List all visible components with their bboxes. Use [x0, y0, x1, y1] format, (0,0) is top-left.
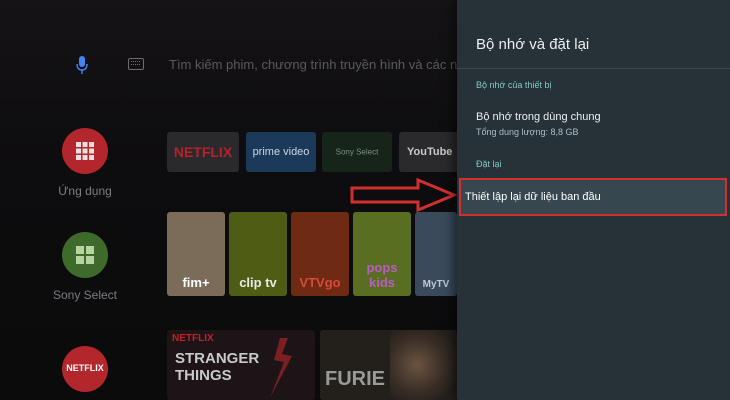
apps-grid-icon — [62, 128, 108, 174]
pops-kids-label: pops kids — [366, 260, 398, 290]
furie-title: FURIE — [325, 368, 385, 390]
youtube-tile-text: YouTube — [407, 146, 453, 158]
mytv-tile[interactable]: MyTV — [415, 212, 457, 296]
keyboard-icon[interactable] — [128, 58, 144, 70]
prime-video-tile[interactable]: prime video — [246, 132, 316, 172]
lightning-graphic — [270, 338, 292, 398]
mytv-label: MyTV — [422, 279, 450, 290]
stranger-things-title: STRANGER THINGS — [175, 350, 260, 384]
netflix-tile[interactable]: NETFLIX — [167, 132, 239, 172]
netflix-launcher[interactable]: NETFLIX — [40, 346, 130, 392]
netflix-row-label: NETFLIX — [172, 333, 214, 344]
stranger-things-tile[interactable]: NETFLIX STRANGER THINGS — [167, 330, 315, 400]
shared-storage-subtitle: Tổng dung lượng: 8,8 GB — [476, 127, 579, 137]
storage-reset-panel: Bộ nhớ và đặt lại Bộ nhớ của thiết bị Bộ… — [457, 0, 730, 400]
furie-poster-face — [390, 330, 457, 400]
device-storage-header: Bộ nhớ của thiết bị — [476, 80, 552, 90]
reset-header: Đặt lại — [476, 159, 502, 169]
fim-plus-label: fim+ — [182, 275, 210, 290]
netflix-icon: NETFLIX — [62, 346, 108, 392]
panel-header: Bộ nhớ và đặt lại — [457, 0, 730, 69]
vtv-go-label: VTVgo — [299, 275, 341, 290]
search-placeholder: Tìm kiếm phim, chương trình truyền hình … — [169, 57, 479, 72]
sony-select-tile-text: Sony Select — [335, 147, 379, 157]
prime-video-tile-text: prime video — [252, 146, 310, 158]
youtube-tile[interactable]: YouTube — [399, 132, 461, 172]
factory-reset-label: Thiết lập lại dữ liệu ban đầu — [465, 191, 601, 203]
clip-tv-label: clip tv — [239, 275, 277, 290]
furie-tile[interactable]: FURIE — [320, 330, 457, 400]
sony-select-icon — [62, 232, 108, 278]
search-bar[interactable]: Tìm kiếm phim, chương trình truyền hình … — [70, 48, 478, 82]
apps-launcher[interactable]: Ứng dụng — [40, 128, 130, 198]
pops-kids-tile[interactable]: pops kids — [353, 212, 411, 296]
vtv-go-tile[interactable]: VTVgo — [291, 212, 349, 296]
shared-storage-item[interactable]: Bộ nhớ trong dùng chung Tổng dung lượng:… — [457, 106, 730, 142]
microphone-icon[interactable] — [76, 56, 88, 74]
sony-select-tile[interactable]: Sony Select — [322, 132, 392, 172]
netflix-tile-text: NETFLIX — [173, 144, 233, 160]
apps-label: Ứng dụng — [58, 184, 112, 198]
netflix-icon-text: NETFLIX — [66, 363, 104, 373]
red-arrow-annotation — [350, 178, 458, 212]
panel-title: Bộ nhớ và đặt lại — [476, 36, 590, 53]
factory-reset-item[interactable]: Thiết lập lại dữ liệu ban đầu — [459, 178, 727, 216]
sony-select-launcher[interactable]: Sony Select — [40, 232, 130, 302]
fim-plus-tile[interactable]: fim+ — [167, 212, 225, 296]
shared-storage-title: Bộ nhớ trong dùng chung — [476, 111, 601, 123]
clip-tv-tile[interactable]: clip tv — [229, 212, 287, 296]
sony-select-label: Sony Select — [52, 288, 118, 302]
